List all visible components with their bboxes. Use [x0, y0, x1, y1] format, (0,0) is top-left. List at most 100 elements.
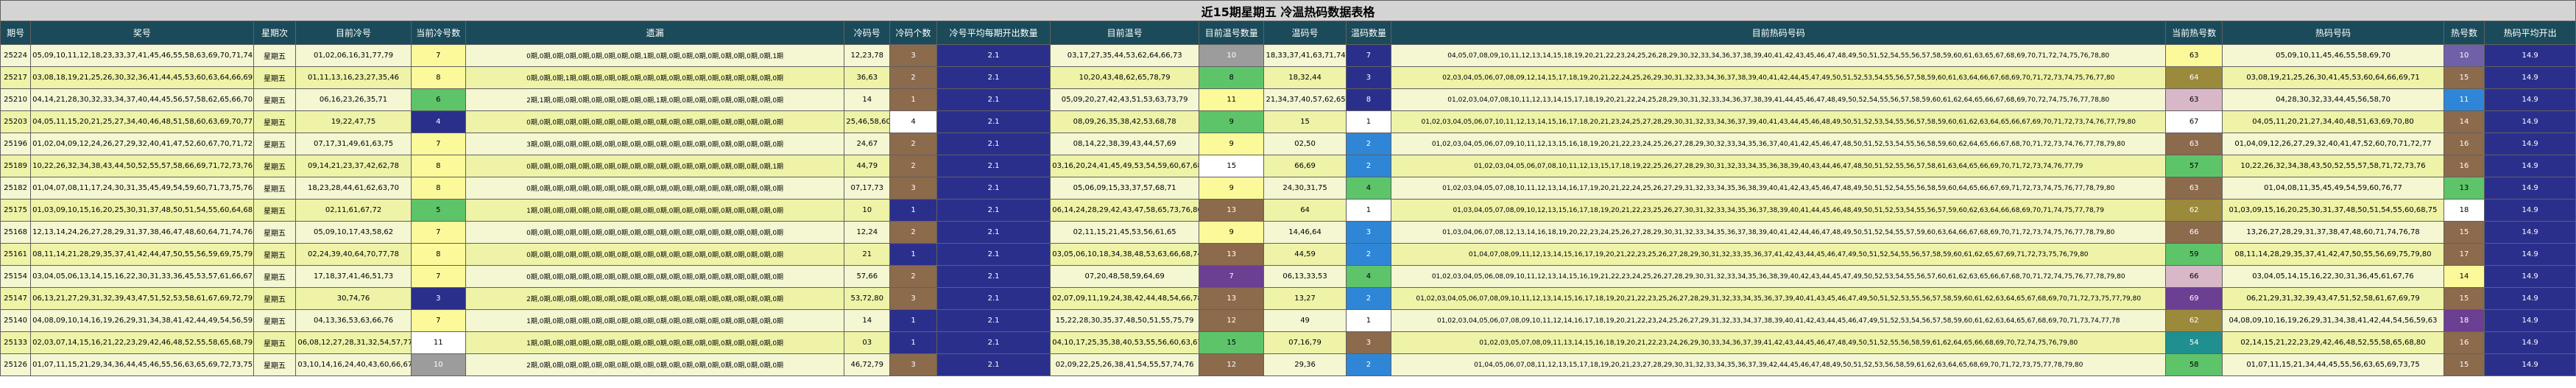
- table-cell: 24,30,31,75: [1263, 177, 1347, 200]
- table-cell: 62: [2165, 199, 2223, 222]
- table-cell: 13: [1198, 287, 1265, 310]
- table-cell: 0期,0期,0期,0期,0期,0期,0期,0期,0期,0期,0期,0期,0期,0…: [465, 243, 845, 266]
- table-cell: 3: [1345, 331, 1392, 354]
- table-cell: 2.1: [936, 331, 1051, 354]
- table-cell: 14.9: [2484, 155, 2576, 177]
- table-cell: 14.9: [2484, 88, 2576, 111]
- table-cell: 14.9: [2484, 265, 2576, 288]
- table-cell: 星期五: [253, 287, 297, 310]
- table-cell: 10: [1198, 44, 1265, 67]
- table-row: 25182 01,04,07,08,11,17,24,30,31,35,45,49…: [0, 177, 2576, 200]
- column-header: 奖号: [30, 21, 254, 45]
- table-cell: 25168: [0, 221, 32, 244]
- table-cell: 2期,0期,0期,0期,0期,0期,0期,0期,0期,0期,0期,0期,0期,0…: [465, 353, 845, 376]
- table-cell: 69: [2165, 287, 2223, 310]
- table-cell: 01,04,08,11,35,45,49,54,59,60,76,77: [2222, 177, 2444, 200]
- table-cell: 14.9: [2484, 177, 2576, 200]
- table-cell: 01,11,13,16,23,27,35,46: [295, 66, 412, 89]
- table-cell: 66: [2165, 265, 2223, 288]
- column-header: 当前热号数: [2165, 21, 2223, 45]
- table-cell: 2: [1345, 287, 1392, 310]
- table-cell: 06,21,29,31,32,39,43,47,51,52,58,61,67,6…: [2222, 287, 2444, 310]
- column-header: 冷号平均每期开出数量: [936, 21, 1051, 45]
- table-cell: 18,33,37,41,63,71,74: [1263, 44, 1347, 67]
- table-cell: 08,09,26,35,38,42,53,68,78: [1050, 110, 1199, 133]
- table-cell: 星期五: [253, 221, 297, 244]
- table-cell: 03,17,27,35,44,53,62,64,66,73: [1050, 44, 1199, 67]
- table-cell: 09,14,21,23,37,42,62,78: [295, 155, 412, 177]
- table-cell: 03,04,05,14,15,16,22,30,31,36,45,61,67,7…: [2222, 265, 2444, 288]
- table-cell: 62: [2165, 309, 2223, 332]
- table-cell: 4: [889, 110, 937, 133]
- table-cell: 63: [2165, 133, 2223, 155]
- table-cell: 17,18,37,41,46,51,73: [295, 265, 412, 288]
- table-cell: 5: [410, 199, 466, 222]
- table-cell: 18: [2443, 199, 2485, 222]
- table-cell: 2.1: [936, 88, 1051, 111]
- table-cell: 2.1: [936, 177, 1051, 200]
- table-cell: 08,11,14,28,29,35,37,41,42,47,50,55,56,6…: [2222, 243, 2444, 266]
- table-cell: 2: [1345, 243, 1392, 266]
- table-row: 25196 01,02,04,09,12,24,26,27,29,32,40,41…: [0, 133, 2576, 155]
- table-cell: 01,03,09,15,16,20,25,30,31,37,48,50,51,5…: [2222, 199, 2444, 222]
- table-cell: 15: [2443, 353, 2485, 376]
- table-cell: 0期,0期,0期,0期,0期,0期,0期,0期,0期,0期,0期,0期,0期,0…: [465, 265, 845, 288]
- table-cell: 03,10,14,16,24,40,43,60,66,67: [295, 353, 412, 376]
- table-cell: 8: [410, 66, 466, 89]
- table-cell: 15,22,28,30,35,37,48,50,51,55,75,79: [1050, 309, 1199, 332]
- table-cell: 2.1: [936, 221, 1051, 244]
- data-table: 近15期星期五 冷温热码数据表格 期号 奖号 星期次 目前冷号 当前冷号数 遗漏 冷码号 冷码…: [0, 0, 2576, 376]
- table-cell: 7: [410, 133, 466, 155]
- table-cell: 25,46,58,60: [844, 110, 891, 133]
- table-cell: 3: [410, 287, 466, 310]
- table-row: 25126 01,07,11,15,21,29,34,36,44,45,46,55…: [0, 353, 2576, 376]
- column-header: 冷码个数: [889, 21, 937, 45]
- table-cell: 15: [1263, 110, 1347, 133]
- table-cell: 7: [410, 309, 466, 332]
- table-cell: 25210: [0, 88, 32, 111]
- table-cell: 02,50: [1263, 133, 1347, 155]
- table-cell: 12: [1198, 309, 1265, 332]
- table-cell: 4: [410, 110, 466, 133]
- table-row: 25147 06,13,21,27,29,31,32,39,43,47,51,52…: [0, 287, 2576, 310]
- table-cell: 64: [1263, 199, 1347, 222]
- table-cell: 3: [889, 353, 937, 376]
- table-cell: 0期,0期,0期,0期,0期,0期,0期,0期,0期,0期,0期,0期,0期,0…: [465, 221, 845, 244]
- header-row: 期号 奖号 星期次 目前冷号 当前冷号数 遗漏 冷码号 冷码个数 冷号平均每期开出数量 目前温号目…: [0, 21, 2576, 45]
- table-cell: 14,46,64: [1263, 221, 1347, 244]
- table-cell: 15: [1198, 155, 1265, 177]
- table-cell: 01,02,03,05,07,08,09,11,13,14,15,16,18,1…: [1391, 331, 2167, 354]
- column-header: 温码数量: [1345, 21, 1392, 45]
- table-cell: 01,02,03,04,07,08,10,11,12,13,14,15,17,1…: [1391, 88, 2167, 111]
- table-cell: 15: [2443, 221, 2485, 244]
- table-cell: 3: [1345, 66, 1392, 89]
- table-cell: 01,03,04,06,07,08,12,13,14,16,18,19,20,2…: [1391, 221, 2167, 244]
- table-cell: 01,04,07,08,11,17,24,30,31,35,45,49,54,5…: [30, 177, 254, 200]
- table-cell: 49: [1263, 309, 1347, 332]
- table-cell: 25196: [0, 133, 32, 155]
- table-cell: 1: [889, 199, 937, 222]
- table-cell: 57,66: [844, 265, 891, 288]
- table-cell: 0期,0期,0期,0期,0期,0期,0期,0期,0期,0期,0期,0期,0期,0…: [465, 177, 845, 200]
- table-cell: 11: [2443, 88, 2485, 111]
- table-cell: 16: [2443, 331, 2485, 354]
- table-cell: 07,16,79: [1263, 331, 1347, 354]
- table-cell: 星期五: [253, 331, 297, 354]
- table-cell: 2期,1期,0期,0期,0期,0期,0期,0期,0期,0期,1期,0期,0期,0…: [465, 88, 845, 111]
- table-cell: 9: [1198, 221, 1265, 244]
- table-cell: 3: [1345, 221, 1392, 244]
- table-cell: 1: [889, 243, 937, 266]
- table-cell: 2: [889, 221, 937, 244]
- table-cell: 2: [889, 155, 937, 177]
- table-cell: 12,13,14,24,26,27,28,29,31,37,38,46,47,4…: [30, 221, 254, 244]
- table-cell: 07,17,73: [844, 177, 891, 200]
- table-cell: 05,09,10,11,45,46,55,58,69,70: [2222, 44, 2444, 67]
- table-cell: 10,22,26,32,34,38,43,44,50,52,55,57,58,6…: [30, 155, 254, 177]
- table-cell: 25154: [0, 265, 32, 288]
- table-cell: 14.9: [2484, 221, 2576, 244]
- table-cell: 14.9: [2484, 66, 2576, 89]
- table-cell: 13,27: [1263, 287, 1347, 310]
- table-cell: 25203: [0, 110, 32, 133]
- table-cell: 02,09,22,25,26,38,41,54,55,57,74,76: [1050, 353, 1199, 376]
- table-cell: 01,02,03,04,05,06,07,08,09,10,11,12,13,1…: [1391, 287, 2167, 310]
